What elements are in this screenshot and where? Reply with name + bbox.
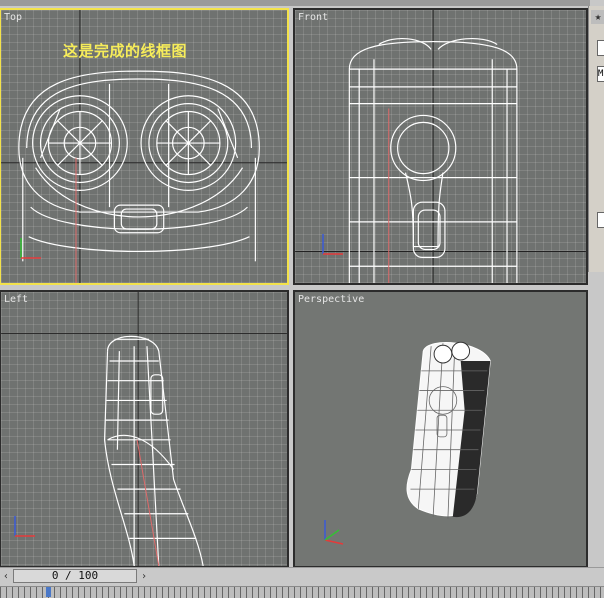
viewport-front-label[interactable]: Front	[298, 12, 328, 23]
viewport-perspective[interactable]: Perspective	[293, 290, 588, 568]
current-frame-marker[interactable]	[46, 587, 51, 597]
next-frame-icon[interactable]: ›	[138, 570, 150, 583]
left-wireframe	[1, 292, 287, 566]
axis-gizmo-top	[20, 238, 41, 259]
track-bar-ticks	[0, 587, 604, 598]
command-panel: ★ M	[588, 6, 604, 272]
panel-field[interactable]	[597, 212, 604, 228]
panel-field[interactable]	[597, 40, 604, 56]
axis-gizmo-front	[322, 234, 343, 255]
wireframe-caption: 这是完成的线框图	[63, 42, 188, 60]
axis-gizmo-left	[14, 516, 35, 537]
panel-field-m[interactable]: M	[597, 66, 604, 82]
viewport-perspective-label[interactable]: Perspective	[298, 294, 364, 305]
star-icon[interactable]: ★	[591, 10, 604, 24]
axis-gizmo-perspective	[324, 520, 344, 545]
time-slider-bar: ‹ 0 / 100 ›	[0, 567, 604, 586]
top-strip	[0, 0, 590, 6]
viewport-top-label[interactable]: Top	[4, 12, 22, 23]
viewport-top[interactable]: Top 这是完成的线框图	[0, 8, 289, 285]
viewport-left-label[interactable]: Left	[4, 294, 28, 305]
viewport-left[interactable]: Left	[0, 290, 289, 568]
viewport-front[interactable]: Front	[293, 8, 588, 285]
max-app-window: Top 这是完成的线框图 Front ★ M Left Perspective …	[0, 0, 604, 598]
track-bar[interactable]	[0, 586, 604, 598]
frame-counter: 0 / 100	[51, 569, 99, 582]
prev-frame-icon[interactable]: ‹	[0, 570, 12, 583]
time-slider[interactable]: 0 / 100	[13, 569, 137, 583]
